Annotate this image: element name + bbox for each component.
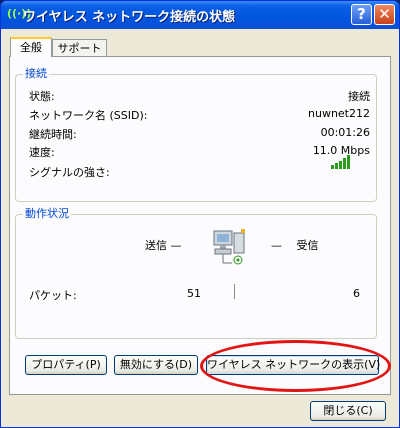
help-button[interactable]: ?: [351, 4, 372, 25]
network-computers-icon: [213, 229, 245, 265]
activity-group: [15, 214, 377, 339]
signal-strength-icon: [331, 155, 350, 169]
ssid-label: ネットワーク名 (SSID):: [29, 109, 148, 122]
tab-support[interactable]: サポート: [52, 39, 107, 57]
disable-button[interactable]: 無効にする(D): [114, 355, 198, 375]
status-window: ((·)) ワイヤレス ネットワーク接続の状態 ? ✕ 全般 サポート 接続 状…: [0, 0, 400, 428]
packets-received-value: 6: [353, 287, 360, 300]
status-label: 状態:: [29, 90, 55, 103]
received-label: — 受信: [271, 239, 319, 252]
view-wireless-networks-button[interactable]: ワイヤレス ネットワークの表示(V): [206, 355, 380, 375]
packets-label: パケット:: [29, 289, 77, 302]
ssid-value: nuwnet212: [308, 107, 370, 120]
sent-label: 送信 —: [145, 239, 182, 252]
window-title: ワイヤレス ネットワーク接続の状態: [23, 10, 236, 25]
close-button[interactable]: 閉じる(C): [310, 401, 386, 421]
speed-label: 速度:: [29, 146, 55, 159]
status-value: 接続: [348, 90, 370, 103]
packets-sent-value: 51: [187, 287, 201, 300]
activity-group-title: 動作状況: [23, 207, 71, 220]
duration-label: 継続時間:: [29, 128, 77, 141]
signal-strength-label: シグナルの強さ:: [29, 166, 110, 179]
properties-button[interactable]: プロパティ(P): [25, 355, 107, 375]
title-bar[interactable]: ((·)) ワイヤレス ネットワーク接続の状態 ? ✕: [1, 1, 399, 29]
tab-general[interactable]: 全般: [10, 37, 52, 57]
connection-group-title: 接続: [23, 67, 49, 80]
duration-value: 00:01:26: [320, 126, 370, 139]
packets-divider: [234, 284, 235, 299]
close-window-button[interactable]: ✕: [374, 4, 395, 25]
